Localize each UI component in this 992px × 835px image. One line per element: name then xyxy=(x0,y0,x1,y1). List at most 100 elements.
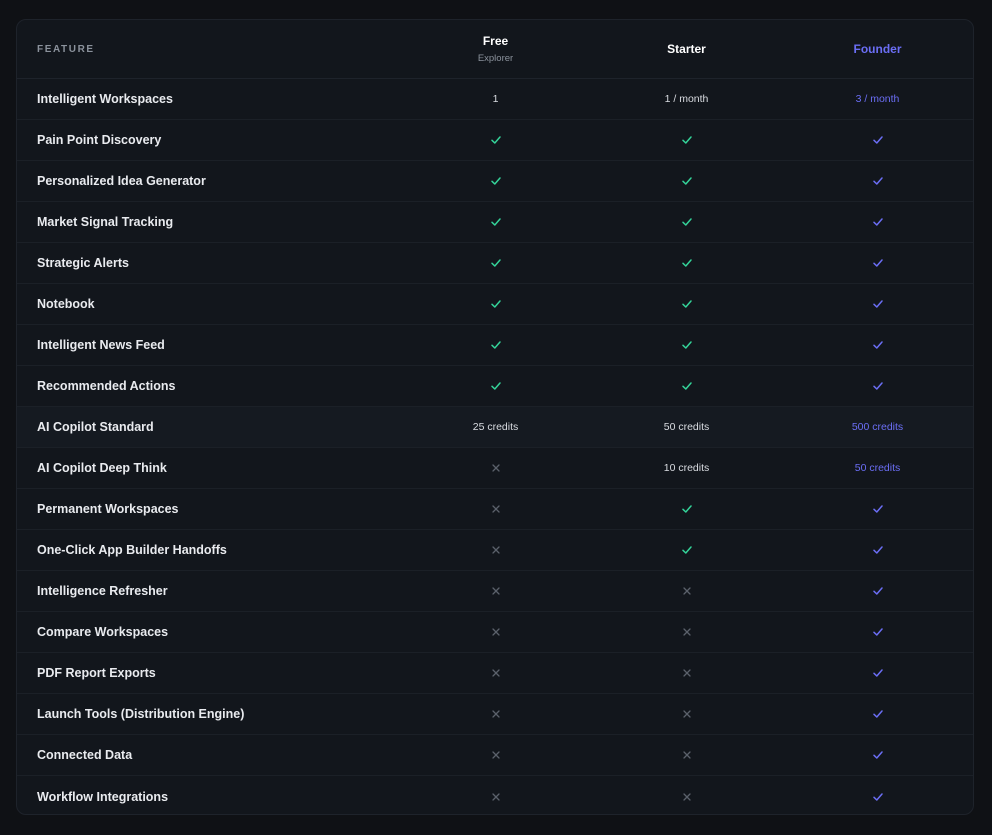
check-icon xyxy=(871,215,885,229)
check-icon xyxy=(871,790,885,804)
cross-icon xyxy=(680,625,694,639)
feature-name: Pain Point Discovery xyxy=(37,133,162,147)
table-row: Intelligent Workspaces 1 1 / month 3 / mont… xyxy=(17,79,973,120)
feature-name: Market Signal Tracking xyxy=(37,215,174,229)
starter-availability xyxy=(591,366,782,406)
starter-availability xyxy=(591,612,782,652)
check-icon xyxy=(680,174,694,188)
check-icon xyxy=(680,256,694,270)
starter-availability xyxy=(591,776,782,814)
check-icon xyxy=(680,297,694,311)
free-availability xyxy=(400,243,591,283)
feature-name: Personalized Idea Generator xyxy=(37,174,206,188)
free-availability xyxy=(400,284,591,324)
cross-icon xyxy=(489,461,503,475)
check-icon xyxy=(871,543,885,557)
table-row: Intelligent News Feed xyxy=(17,325,973,366)
founder-availability xyxy=(782,530,973,570)
feature-name: PDF Report Exports xyxy=(37,666,156,680)
founder-availability xyxy=(782,489,973,529)
check-icon xyxy=(871,256,885,270)
check-icon xyxy=(871,666,885,680)
table-body: Intelligent Workspaces 1 1 / month 3 / mont… xyxy=(17,79,973,814)
check-icon xyxy=(489,338,503,352)
plan-header-starter: Starter xyxy=(591,20,782,78)
table-row: Recommended Actions xyxy=(17,366,973,407)
starter-availability xyxy=(591,202,782,242)
free-availability xyxy=(400,161,591,201)
feature-name: Recommended Actions xyxy=(37,379,176,393)
free-availability xyxy=(400,612,591,652)
starter-availability xyxy=(591,530,782,570)
founder-availability xyxy=(782,366,973,406)
free-availability xyxy=(400,694,591,734)
starter-availability xyxy=(591,243,782,283)
founder-value-text: 3 / month xyxy=(855,93,900,105)
table-row: One-Click App Builder Handoffs xyxy=(17,530,973,571)
table-row: AI Copilot Deep Think 10 credits 50 credit… xyxy=(17,448,973,489)
check-icon xyxy=(871,625,885,639)
feature-name: Intelligent News Feed xyxy=(37,338,165,352)
plan-name-starter: Starter xyxy=(667,42,706,56)
table-row: Notebook xyxy=(17,284,973,325)
check-icon xyxy=(489,379,503,393)
plan-name-free: Free xyxy=(482,34,509,48)
cross-icon xyxy=(489,625,503,639)
free-value: 1 xyxy=(400,79,591,119)
free-availability xyxy=(400,489,591,529)
feature-name: Intelligence Refresher xyxy=(37,584,168,598)
starter-value-text: 1 / month xyxy=(664,93,709,105)
free-value: 25 credits xyxy=(400,407,591,447)
plan-header-founder: Founder xyxy=(782,20,973,78)
free-availability xyxy=(400,653,591,693)
check-icon xyxy=(680,502,694,516)
check-icon xyxy=(871,584,885,598)
feature-header-label: FEATURE xyxy=(37,43,95,55)
cross-icon xyxy=(489,748,503,762)
table-row: AI Copilot Standard 25 credits 50 credits 5… xyxy=(17,407,973,448)
starter-availability xyxy=(591,571,782,611)
starter-availability xyxy=(591,284,782,324)
table-row: Workflow Integrations xyxy=(17,776,973,814)
check-icon xyxy=(871,338,885,352)
check-icon xyxy=(680,215,694,229)
starter-value-text: 10 credits xyxy=(663,462,710,474)
founder-value: 3 / month xyxy=(782,79,973,119)
check-icon xyxy=(489,174,503,188)
feature-name: Compare Workspaces xyxy=(37,625,169,639)
free-availability xyxy=(400,776,591,814)
founder-availability xyxy=(782,571,973,611)
plan-subtitle-free: Explorer xyxy=(477,53,514,64)
starter-value-text: 50 credits xyxy=(663,421,710,433)
check-icon xyxy=(680,543,694,557)
cross-icon xyxy=(489,584,503,598)
check-icon xyxy=(871,297,885,311)
plan-header-free: Free Explorer xyxy=(400,20,591,78)
starter-availability xyxy=(591,120,782,160)
check-icon xyxy=(489,133,503,147)
table-row: PDF Report Exports xyxy=(17,653,973,694)
feature-column-header: FEATURE xyxy=(17,20,400,78)
cross-icon xyxy=(680,584,694,598)
founder-value-text: 500 credits xyxy=(851,421,904,433)
check-icon xyxy=(489,256,503,270)
free-availability xyxy=(400,448,591,488)
check-icon xyxy=(871,174,885,188)
pricing-comparison-table: FEATURE Free Explorer Starter Founder In… xyxy=(16,19,974,815)
feature-name: Intelligent Workspaces xyxy=(37,92,173,106)
cross-icon xyxy=(680,748,694,762)
free-value-text: 25 credits xyxy=(472,421,519,433)
table-row: Intelligence Refresher xyxy=(17,571,973,612)
check-icon xyxy=(489,215,503,229)
starter-availability xyxy=(591,325,782,365)
feature-name: Permanent Workspaces xyxy=(37,502,179,516)
feature-name: Workflow Integrations xyxy=(37,789,169,804)
check-icon xyxy=(871,748,885,762)
feature-name: One-Click App Builder Handoffs xyxy=(37,543,227,557)
free-value-text: 1 xyxy=(492,93,499,105)
founder-value: 50 credits xyxy=(782,448,973,488)
plan-name-founder: Founder xyxy=(853,42,902,56)
check-icon xyxy=(871,502,885,516)
founder-availability xyxy=(782,776,973,814)
starter-availability xyxy=(591,735,782,775)
